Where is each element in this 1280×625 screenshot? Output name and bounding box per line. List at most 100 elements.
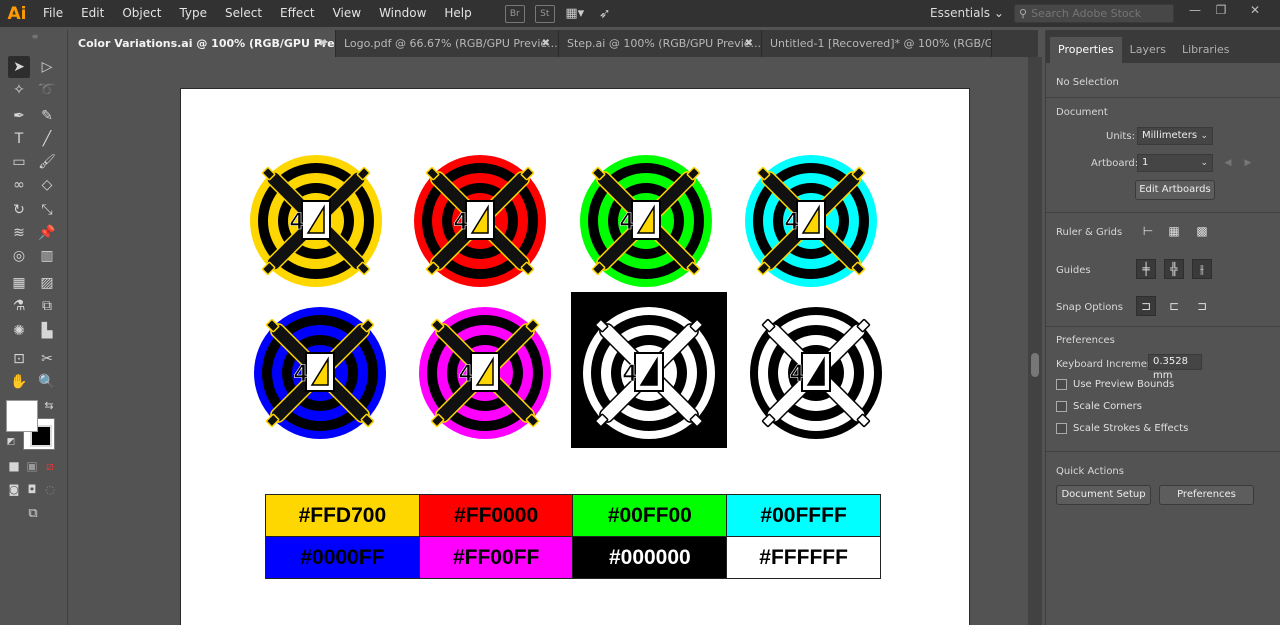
eraser-tool-icon[interactable]: ◇ — [36, 174, 58, 196]
selection-tool-icon[interactable]: ➤ — [8, 56, 30, 78]
close-tab-icon[interactable]: ✖ — [542, 30, 550, 57]
logo-badge[interactable]: 4 — [415, 303, 555, 443]
slice-tool-icon[interactable]: ✂ — [36, 348, 58, 370]
grid-icon[interactable]: ▦ — [1164, 221, 1184, 241]
keyboard-increment-field[interactable]: 0.3528 mm — [1148, 354, 1202, 381]
search-input[interactable] — [1031, 7, 1167, 20]
pen-tool-icon[interactable]: ✒ — [8, 105, 30, 127]
use-preview-bounds-checkbox[interactable]: Use Preview Bounds — [1056, 379, 1174, 390]
menu-help[interactable]: Help — [435, 0, 480, 27]
arrange-documents-icon[interactable]: ▦▾ — [565, 5, 585, 23]
transparency-grid-icon[interactable]: ▩ — [1192, 221, 1212, 241]
logo-badge[interactable]: 4 — [746, 303, 886, 443]
close-tab-icon[interactable]: ✖ — [745, 30, 753, 57]
graph-tool-icon[interactable]: ▙ — [36, 320, 58, 342]
logo-badge[interactable]: 4 — [410, 151, 550, 291]
line-tool-icon[interactable]: ╱ — [36, 128, 58, 150]
canvas[interactable]: 4 4 4 4 4 4 4 4 #FFD700 #FF0000 #00FF00 … — [70, 57, 1028, 625]
search-box[interactable]: ⚲ — [1014, 4, 1174, 23]
guides-icon[interactable]: ╪ — [1136, 259, 1156, 279]
draw-normal-icon[interactable]: ◙ — [6, 481, 22, 497]
artboard-tool-icon[interactable]: ⊡ — [8, 348, 30, 370]
logo-badge[interactable]: 4 — [250, 303, 390, 443]
minimize-icon[interactable]: — — [1184, 0, 1206, 20]
tab-color-variations[interactable]: Color Variations.ai @ 100% (RGB/GPU Prev… — [70, 30, 336, 57]
rectangle-tool-icon[interactable]: ▭ — [8, 151, 30, 173]
default-fill-stroke-icon[interactable]: ◩ — [4, 435, 18, 449]
width-tool-icon[interactable]: ≋ — [8, 222, 30, 244]
menu-view[interactable]: View — [324, 0, 370, 27]
tab-logo[interactable]: Logo.pdf @ 66.67% (RGB/GPU Previe... ✖ — [336, 30, 559, 57]
draw-behind-icon[interactable]: ◘ — [24, 481, 40, 497]
rulers-icon[interactable]: ⊢ — [1138, 221, 1158, 241]
hand-tool-icon[interactable]: ✋ — [8, 371, 30, 393]
workspace-switcher[interactable]: Essentials ⌄ — [930, 0, 1004, 27]
close-icon[interactable]: ✕ — [1244, 0, 1266, 20]
edit-artboards-button[interactable]: Edit Artboards — [1135, 180, 1215, 200]
menu-effect[interactable]: Effect — [271, 0, 324, 27]
lasso-tool-icon[interactable]: ➰ — [36, 79, 58, 101]
toolbar-grip-icon[interactable]: ≡ — [24, 32, 46, 41]
gradient-mode-icon[interactable]: ▣ — [24, 458, 40, 474]
restore-icon[interactable]: ❐ — [1210, 0, 1232, 20]
vertical-scrollbar[interactable] — [1028, 57, 1042, 625]
swap-fill-stroke-icon[interactable]: ⇆ — [42, 398, 56, 412]
curvature-tool-icon[interactable]: ✎ — [36, 105, 58, 127]
gpu-performance-icon[interactable]: ➶ — [595, 5, 615, 23]
eyedropper-tool-icon[interactable]: ⚗ — [8, 295, 30, 317]
screen-mode-icon[interactable]: ⧉ — [22, 504, 44, 522]
menu-type[interactable]: Type — [170, 0, 216, 27]
artboard[interactable]: 4 4 4 4 4 4 4 4 #FFD700 #FF0000 #00FF00 … — [180, 88, 970, 625]
type-tool-icon[interactable]: T — [8, 128, 30, 150]
document-setup-button[interactable]: Document Setup — [1056, 485, 1151, 505]
stock-button[interactable]: St — [534, 4, 555, 23]
direct-selection-tool-icon[interactable]: ▷ — [36, 56, 58, 78]
tab-libraries[interactable]: Libraries — [1174, 37, 1238, 63]
shaper-tool-icon[interactable]: ∞ — [8, 174, 30, 196]
scale-corners-checkbox[interactable]: Scale Corners — [1056, 401, 1142, 412]
shape-builder-tool-icon[interactable]: ◎ — [8, 245, 30, 267]
bridge-button[interactable]: Br — [504, 4, 525, 23]
units-select[interactable]: Millimeters ⌄ — [1137, 127, 1213, 145]
fill-color-swatch[interactable] — [6, 400, 38, 432]
rotate-tool-icon[interactable]: ↻ — [8, 199, 30, 221]
menu-window[interactable]: Window — [370, 0, 435, 27]
tab-untitled[interactable]: Untitled-1 [Recovered]* @ 100% (RGB/GP..… — [762, 30, 992, 57]
draw-inside-icon[interactable]: ◌ — [42, 481, 58, 497]
lock-guides-icon[interactable]: ╬ — [1164, 259, 1184, 279]
logo-badge[interactable]: 4 — [246, 151, 386, 291]
artboard-select[interactable]: 1 ⌄ — [1137, 154, 1213, 172]
none-mode-icon[interactable]: ⧄ — [42, 458, 58, 474]
tab-step[interactable]: Step.ai @ 100% (RGB/GPU Previe... ✖ — [559, 30, 762, 57]
snap-to-grid-icon[interactable]: ⊐ — [1192, 296, 1212, 316]
magic-wand-tool-icon[interactable]: ✧ — [8, 79, 30, 101]
mesh-tool-icon[interactable]: ▦ — [8, 272, 30, 294]
scale-tool-icon[interactable]: ⤡ — [36, 199, 58, 221]
blend-tool-icon[interactable]: ⧉ — [36, 295, 58, 317]
perspective-grid-tool-icon[interactable]: ▥ — [36, 245, 58, 267]
previous-artboard-icon[interactable]: ◀ — [1218, 153, 1238, 173]
menu-select[interactable]: Select — [216, 0, 271, 27]
logo-badge[interactable]: 4 — [579, 303, 719, 443]
snap-to-pixel-icon[interactable]: ⊏ — [1164, 296, 1184, 316]
smart-guides-icon[interactable]: ⫲ — [1192, 259, 1212, 279]
menu-edit[interactable]: Edit — [72, 0, 113, 27]
scale-strokes-effects-checkbox[interactable]: Scale Strokes & Effects — [1056, 423, 1188, 434]
menu-file[interactable]: File — [34, 0, 72, 27]
snap-to-point-icon[interactable]: ⊐ — [1136, 296, 1156, 316]
paintbrush-tool-icon[interactable]: 🖌 — [36, 151, 58, 173]
close-tab-icon[interactable]: ✖ — [319, 30, 327, 57]
next-artboard-icon[interactable]: ▶ — [1238, 153, 1258, 173]
logo-badge[interactable]: 4 — [576, 151, 716, 291]
menu-object[interactable]: Object — [113, 0, 170, 27]
color-mode-icon[interactable]: ■ — [6, 458, 22, 474]
logo-badge[interactable]: 4 — [741, 151, 881, 291]
zoom-tool-icon[interactable]: 🔍 — [36, 371, 58, 393]
tab-properties[interactable]: Properties — [1050, 37, 1122, 63]
symbol-sprayer-tool-icon[interactable]: ✺ — [8, 320, 30, 342]
tab-layers[interactable]: Layers — [1122, 37, 1174, 63]
puppet-warp-tool-icon[interactable]: 📌 — [36, 222, 58, 244]
scrollbar-thumb[interactable] — [1031, 353, 1039, 377]
preferences-button[interactable]: Preferences — [1159, 485, 1254, 505]
gradient-tool-icon[interactable]: ▨ — [36, 272, 58, 294]
